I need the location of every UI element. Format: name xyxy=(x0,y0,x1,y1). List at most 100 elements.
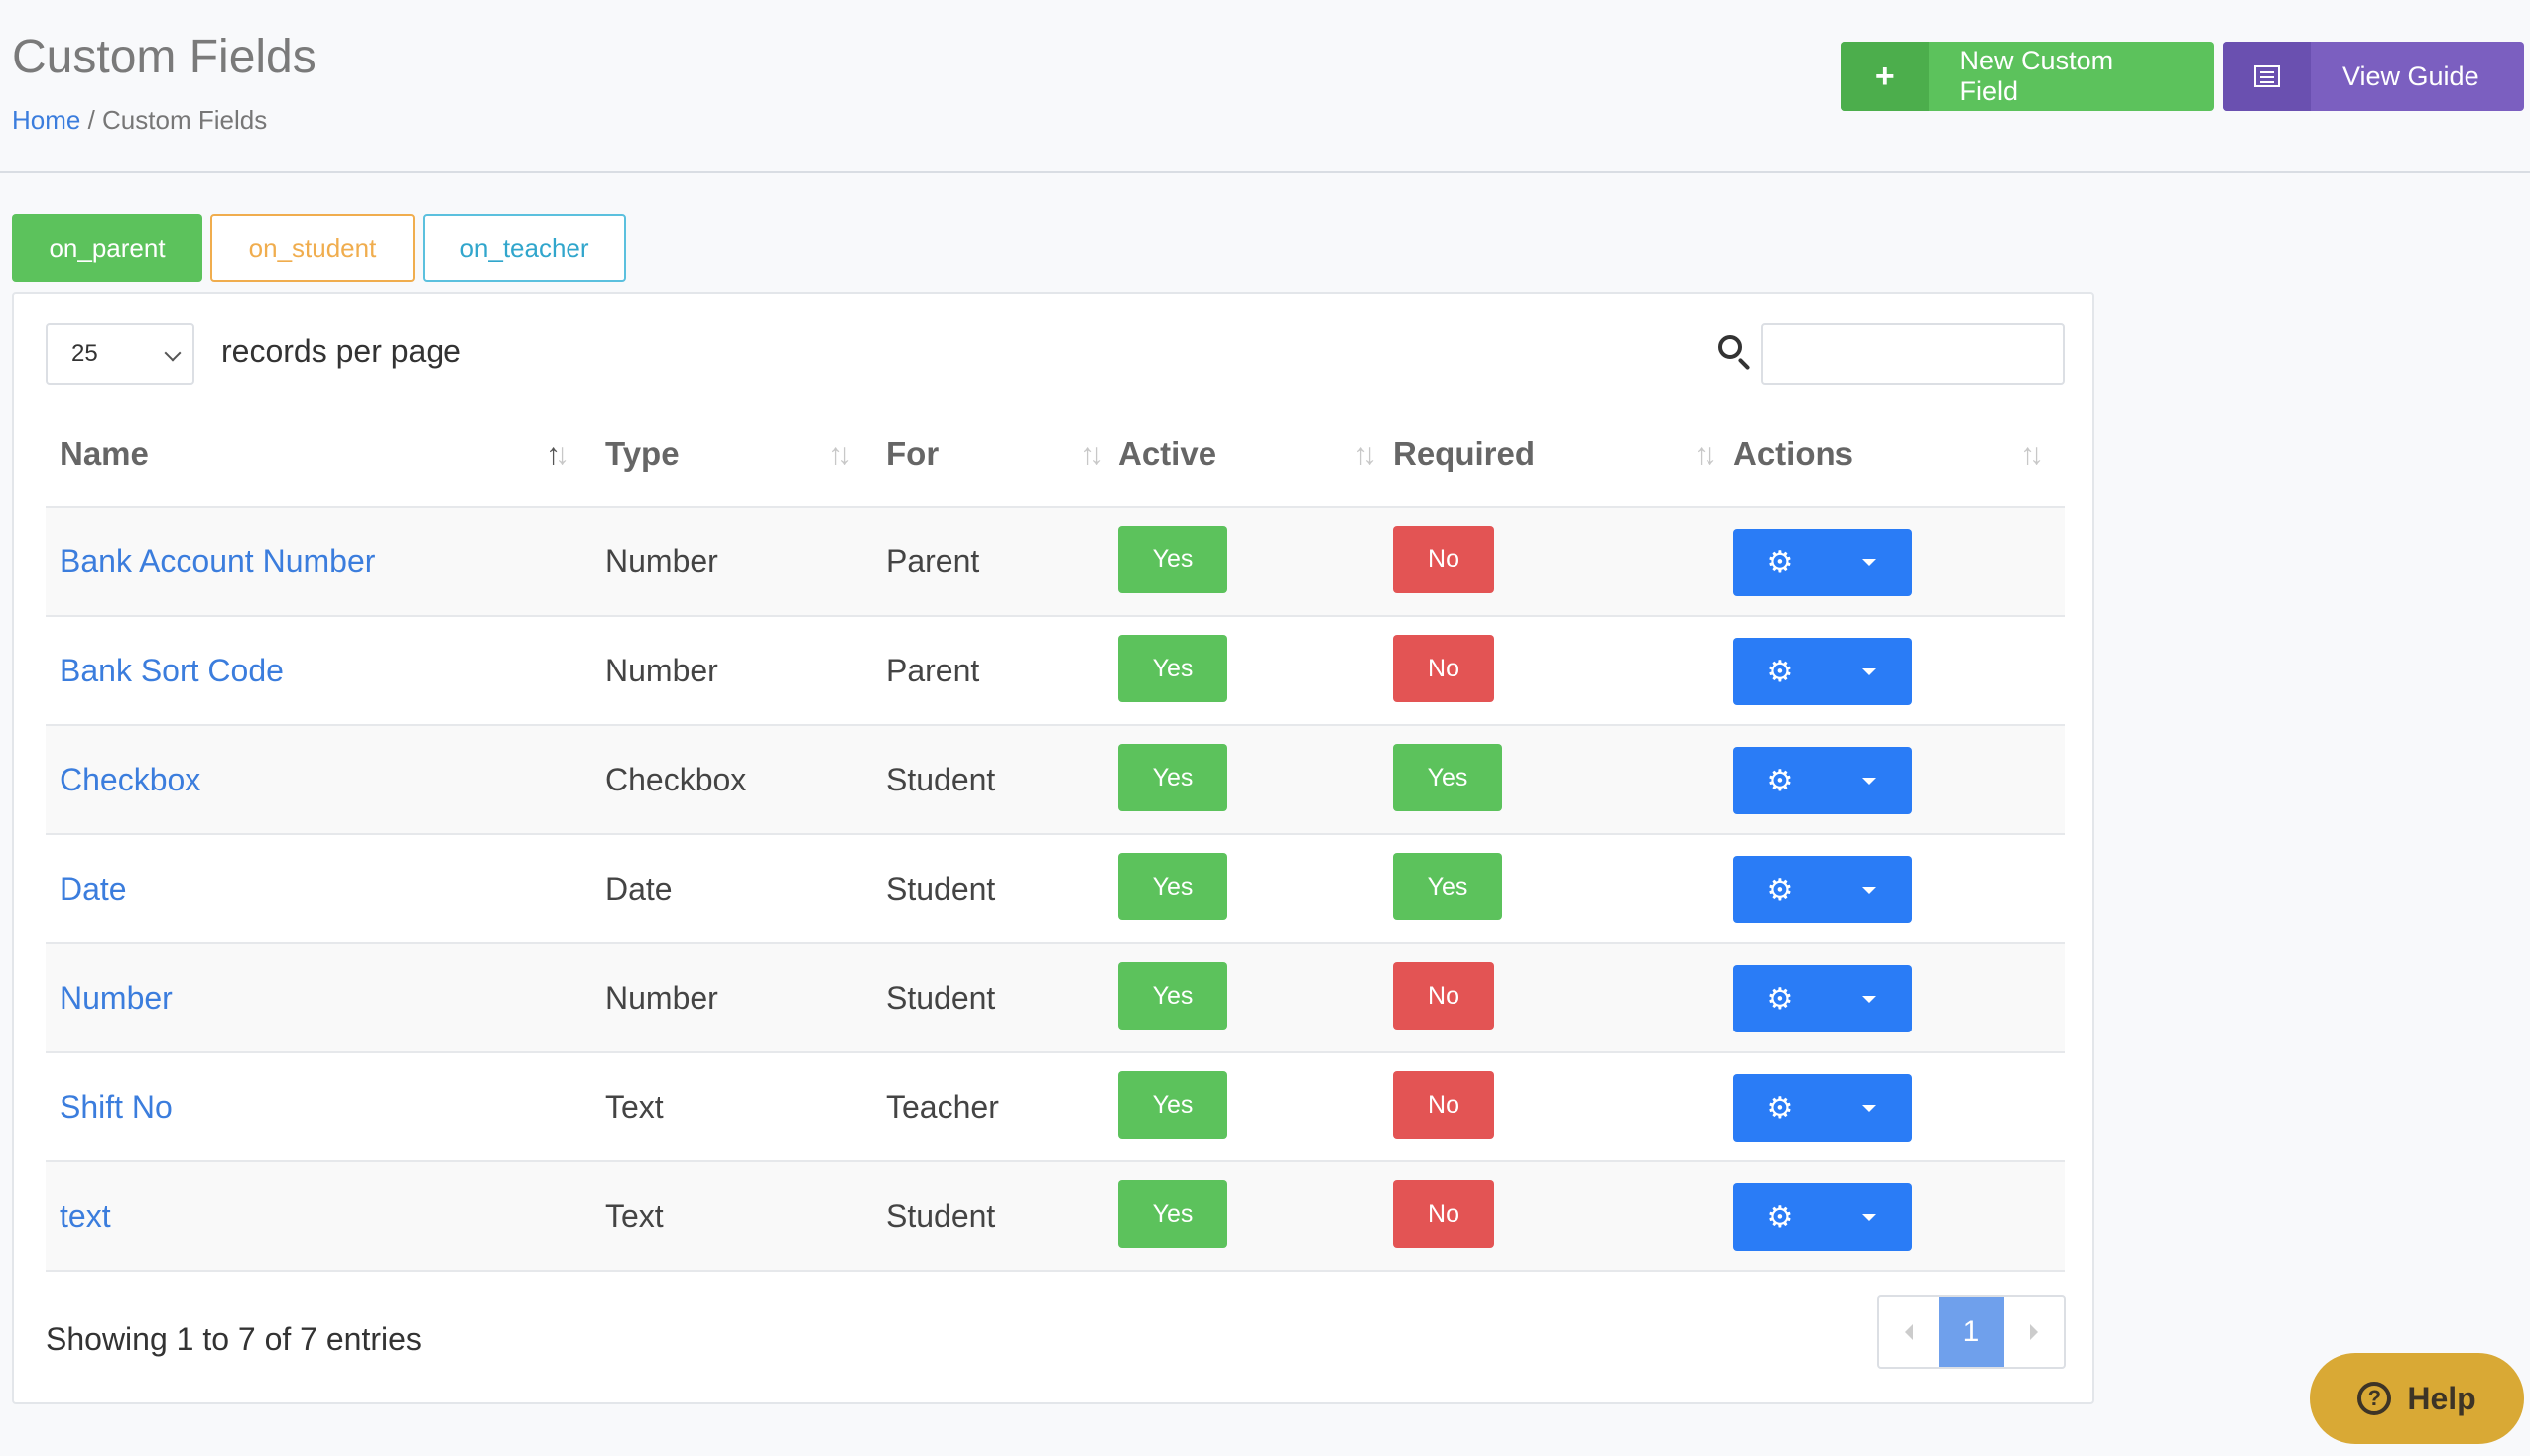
chevron-right-icon xyxy=(2030,1324,2038,1340)
pagination-next-button[interactable] xyxy=(2004,1297,2064,1367)
column-header-for[interactable]: For xyxy=(886,403,939,506)
row-actions-button[interactable]: ⚙ xyxy=(1733,856,1912,923)
row-actions-button[interactable]: ⚙ xyxy=(1733,529,1912,596)
list-icon xyxy=(2254,65,2280,87)
caret-down-icon[interactable] xyxy=(1827,1183,1912,1251)
records-per-page-select[interactable]: 25 xyxy=(46,323,194,385)
view-guide-button[interactable]: View Guide xyxy=(2223,42,2524,111)
page-title: Custom Fields xyxy=(12,31,316,83)
table-row: Bank Sort Code Number Parent Yes No ⚙ xyxy=(46,617,2065,726)
caret-down-icon[interactable] xyxy=(1827,747,1912,814)
cell-name: Shift No xyxy=(60,1053,173,1160)
row-actions-button[interactable]: ⚙ xyxy=(1733,1183,1912,1251)
help-label: Help xyxy=(2407,1380,2476,1416)
cell-for: Student xyxy=(886,870,996,907)
caret-down-icon[interactable] xyxy=(1827,529,1912,596)
column-header-active-label: Active xyxy=(1118,435,1217,472)
field-name-link[interactable]: Shift No xyxy=(60,1089,173,1126)
chevron-down-icon xyxy=(164,344,182,362)
custom-fields-card: 25 records per page Name ↑↓ Type ↑↓ For … xyxy=(12,292,2094,1404)
required-badge: No xyxy=(1393,1071,1494,1139)
column-header-for-label: For xyxy=(886,435,940,472)
table-row: Date Date Student Yes Yes ⚙ xyxy=(46,835,2065,944)
plus-icon: + xyxy=(1841,42,1929,111)
tab-on-parent[interactable]: on_parent xyxy=(12,214,202,282)
table-row: Number Number Student Yes No ⚙ xyxy=(46,944,2065,1053)
caret-down-icon[interactable] xyxy=(1827,638,1912,705)
column-header-required[interactable]: Required xyxy=(1393,403,1535,506)
required-badge: No xyxy=(1393,962,1494,1030)
chevron-left-icon xyxy=(1905,1324,1913,1340)
field-name-link[interactable]: Bank Account Number xyxy=(60,544,375,580)
records-per-page-value: 25 xyxy=(71,340,98,367)
breadcrumb-home-link[interactable]: Home xyxy=(12,105,80,135)
column-header-required-label: Required xyxy=(1393,435,1536,472)
sort-icon: ↑↓ xyxy=(1353,438,1377,471)
active-badge: Yes xyxy=(1118,1180,1227,1248)
active-badge: Yes xyxy=(1118,635,1227,702)
caret-down-icon[interactable] xyxy=(1827,965,1912,1032)
caret-down-icon[interactable] xyxy=(1827,1074,1912,1142)
caret-down-icon[interactable] xyxy=(1827,856,1912,923)
gear-icon: ⚙ xyxy=(1766,1091,1794,1125)
cell-for: Student xyxy=(886,761,996,797)
tab-on-student[interactable]: on_student xyxy=(210,214,415,282)
cell-name: Bank Sort Code xyxy=(60,617,284,724)
pagination-page-button[interactable]: 1 xyxy=(1939,1297,2004,1367)
field-name-link[interactable]: Date xyxy=(60,871,127,908)
required-badge: No xyxy=(1393,526,1494,593)
cell-for: Teacher xyxy=(886,1088,999,1125)
question-circle-icon: ? xyxy=(2357,1382,2392,1415)
records-per-page-label: records per page xyxy=(221,333,461,369)
cell-type: Text xyxy=(605,1197,664,1234)
gear-icon: ⚙ xyxy=(1766,1200,1794,1234)
search-icon xyxy=(1718,335,1742,359)
cell-type: Number xyxy=(605,543,718,579)
table-header: Name ↑↓ Type ↑↓ For ↑↓ Active ↑↓ Require… xyxy=(46,403,2065,508)
field-name-link[interactable]: Bank Sort Code xyxy=(60,653,284,689)
list-icon-wrap xyxy=(2223,42,2311,111)
column-header-name[interactable]: Name xyxy=(60,403,149,506)
table-row: Bank Account Number Number Parent Yes No ⚙ xyxy=(46,508,2065,617)
row-actions-button[interactable]: ⚙ xyxy=(1733,1074,1912,1142)
cell-type: Number xyxy=(605,652,718,688)
active-badge: Yes xyxy=(1118,853,1227,920)
new-custom-field-label: New Custom Field xyxy=(1960,46,2114,106)
cell-name: Checkbox xyxy=(60,726,200,833)
required-badge: Yes xyxy=(1393,744,1502,811)
cell-for: Student xyxy=(886,979,996,1016)
cell-type: Checkbox xyxy=(605,761,747,797)
field-name-link[interactable]: text xyxy=(60,1198,111,1235)
column-header-actions-label: Actions xyxy=(1733,435,1854,472)
cell-type: Date xyxy=(605,870,673,907)
column-header-actions[interactable]: Actions xyxy=(1733,403,1853,506)
table-info: Showing 1 to 7 of 7 entries xyxy=(46,1321,422,1357)
cell-name: Bank Account Number xyxy=(60,508,375,615)
gear-icon: ⚙ xyxy=(1766,982,1794,1016)
row-actions-button[interactable]: ⚙ xyxy=(1733,965,1912,1032)
row-actions-button[interactable]: ⚙ xyxy=(1733,747,1912,814)
gear-icon: ⚙ xyxy=(1766,873,1794,907)
new-custom-field-button[interactable]: + New Custom Field xyxy=(1841,42,2214,111)
sort-icon: ↑↓ xyxy=(1080,438,1104,471)
breadcrumb: Home / Custom Fields xyxy=(12,105,267,136)
view-guide-label: View Guide xyxy=(2342,61,2479,91)
gear-icon: ⚙ xyxy=(1766,764,1794,797)
column-header-type[interactable]: Type xyxy=(605,403,680,506)
pagination-prev-button[interactable] xyxy=(1879,1297,1939,1367)
cell-name: text xyxy=(60,1162,111,1270)
required-badge: No xyxy=(1393,635,1494,702)
sort-icon: ↑↓ xyxy=(2020,438,2044,471)
row-actions-button[interactable]: ⚙ xyxy=(1733,638,1912,705)
field-name-link[interactable]: Number xyxy=(60,980,173,1017)
field-name-link[interactable]: Checkbox xyxy=(60,762,200,798)
help-button[interactable]: ? Help xyxy=(2310,1353,2524,1444)
page-header: Custom Fields Home / Custom Fields + New… xyxy=(0,0,2530,173)
tab-on-teacher[interactable]: on_teacher xyxy=(423,214,626,282)
search-input[interactable] xyxy=(1761,323,2065,385)
sort-icon: ↑↓ xyxy=(1694,438,1717,471)
cell-for: Student xyxy=(886,1197,996,1234)
column-header-active[interactable]: Active xyxy=(1118,403,1216,506)
table-row: text Text Student Yes No ⚙ xyxy=(46,1162,2065,1272)
cell-type: Text xyxy=(605,1088,664,1125)
